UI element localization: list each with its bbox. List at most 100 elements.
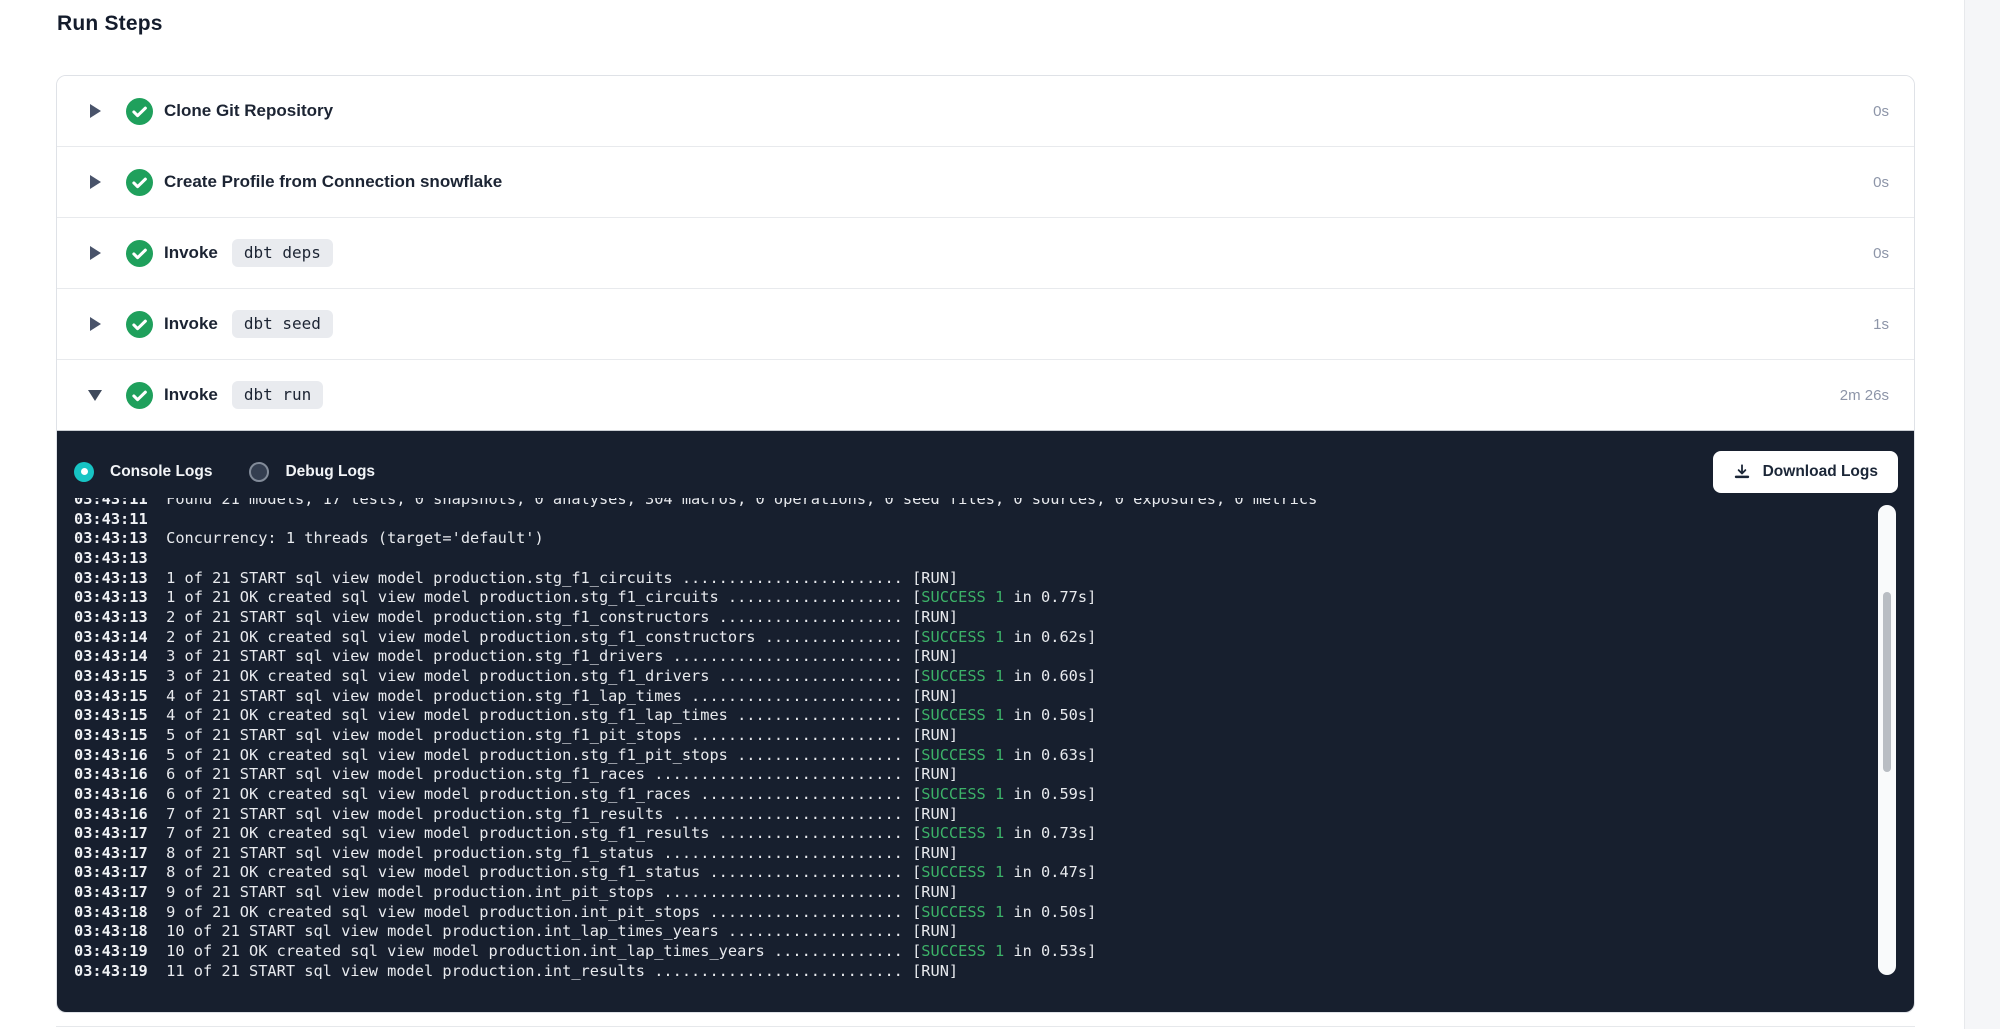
log-message-tail: in 0.77s] [1004, 588, 1096, 606]
log-message: 10 of 21 START sql view model production… [166, 922, 958, 940]
log-success-badge: SUCCESS 1 [921, 903, 1004, 921]
log-timestamp: 03:43:17 [74, 844, 166, 862]
log-line: 03:43:13 1 of 21 OK created sql view mod… [74, 588, 1854, 608]
log-timestamp: 03:43:18 [74, 922, 166, 940]
log-scrollbar-track[interactable] [1878, 505, 1896, 975]
log-message: 10 of 21 OK created sql view model produ… [166, 942, 921, 960]
log-line: 03:43:16 6 of 21 OK created sql view mod… [74, 785, 1854, 805]
log-timestamp: 03:43:19 [74, 942, 166, 960]
log-line: 03:43:14 3 of 21 START sql view model pr… [74, 647, 1854, 667]
radio-label: Console Logs [110, 463, 212, 481]
chevron-down-icon[interactable] [89, 390, 101, 401]
log-timestamp: 03:43:17 [74, 883, 166, 901]
step-label: Invoke [164, 314, 218, 334]
log-message: 2 of 21 START sql view model production.… [166, 608, 958, 626]
log-timestamp: 03:43:16 [74, 765, 166, 783]
log-success-badge: SUCCESS 1 [921, 667, 1004, 685]
step-command-chip: dbt run [232, 381, 323, 409]
step-duration: 2m 26s [1840, 387, 1889, 404]
log-panel-header: Console Logs Debug Logs Download Logs [57, 431, 1914, 498]
log-success-badge: SUCCESS 1 [921, 942, 1004, 960]
log-panel: Console Logs Debug Logs Download Logs 03:… [57, 431, 1914, 1013]
log-message: 8 of 21 OK created sql view model produc… [166, 863, 921, 881]
log-type-radio-console-logs[interactable]: Console Logs [74, 462, 212, 482]
log-message: Found 21 models, 17 tests, 0 snapshots, … [166, 498, 1317, 508]
download-logs-label: Download Logs [1763, 463, 1878, 481]
log-line: 03:43:16 6 of 21 START sql view model pr… [74, 765, 1854, 785]
log-timestamp: 03:43:11 [74, 510, 166, 528]
log-message-tail: in 0.60s] [1004, 667, 1096, 685]
run-step-row[interactable]: Create Profile from Connection snowflake… [57, 147, 1914, 218]
success-check-icon [126, 169, 153, 196]
success-check-icon [126, 311, 153, 338]
log-message: 2 of 21 OK created sql view model produc… [166, 628, 921, 646]
chevron-right-icon[interactable] [89, 246, 101, 260]
console-log-output[interactable]: 03:43:11 Found 21 models, 17 tests, 0 sn… [74, 498, 1854, 1000]
step-duration: 0s [1873, 174, 1889, 191]
log-message: 9 of 21 OK created sql view model produc… [166, 903, 921, 921]
download-icon [1733, 463, 1751, 481]
log-message-tail: in 0.50s] [1004, 903, 1096, 921]
log-message-tail: in 0.53s] [1004, 942, 1096, 960]
step-duration: 1s [1873, 316, 1889, 333]
run-step-row[interactable]: Invokedbt run2m 26s [57, 360, 1914, 431]
log-message: 4 of 21 OK created sql view model produc… [166, 706, 921, 724]
log-timestamp: 03:43:13 [74, 569, 166, 587]
log-timestamp: 03:43:13 [74, 549, 166, 567]
log-scrollbar-thumb[interactable] [1883, 592, 1891, 772]
radio-unselected-icon[interactable] [249, 462, 269, 482]
step-label: Clone Git Repository [164, 101, 333, 121]
chevron-right-icon[interactable] [89, 175, 101, 189]
log-timestamp: 03:43:13 [74, 529, 166, 547]
log-timestamp: 03:43:17 [74, 824, 166, 842]
chevron-right-icon[interactable] [89, 104, 101, 118]
log-timestamp: 03:43:14 [74, 628, 166, 646]
log-line: 03:43:13 Concurrency: 1 threads (target=… [74, 529, 1854, 549]
run-step-row[interactable]: Invoke dbt seed 1s [57, 289, 1914, 360]
log-timestamp: 03:43:16 [74, 785, 166, 803]
log-line: 03:43:13 [74, 549, 1854, 569]
run-steps-list: Clone Git Repository0sCreate Profile fro… [57, 76, 1914, 431]
log-line: 03:43:17 8 of 21 START sql view model pr… [74, 844, 1854, 864]
radio-selected-icon[interactable] [74, 462, 94, 482]
log-timestamp: 03:43:15 [74, 726, 166, 744]
step-command-chip: dbt seed [232, 310, 333, 338]
log-type-radio-debug-logs[interactable]: Debug Logs [249, 462, 375, 482]
log-line: 03:43:15 5 of 21 START sql view model pr… [74, 726, 1854, 746]
step-label: Create Profile from Connection snowflake [164, 172, 502, 192]
log-timestamp: 03:43:13 [74, 608, 166, 626]
log-line: 03:43:16 7 of 21 START sql view model pr… [74, 805, 1854, 825]
run-step-row[interactable]: Invokedbt deps0s [57, 218, 1914, 289]
log-success-badge: SUCCESS 1 [921, 824, 1004, 842]
log-message: 7 of 21 START sql view model production.… [166, 805, 958, 823]
log-line: 03:43:17 8 of 21 OK created sql view mod… [74, 863, 1854, 883]
log-success-badge: SUCCESS 1 [921, 628, 1004, 646]
log-timestamp: 03:43:13 [74, 588, 166, 606]
log-timestamp: 03:43:17 [74, 863, 166, 881]
log-message: 6 of 21 OK created sql view model produc… [166, 785, 921, 803]
chevron-right-icon[interactable] [89, 317, 101, 331]
download-logs-button[interactable]: Download Logs [1713, 451, 1898, 493]
log-message: 1 of 21 OK created sql view model produc… [166, 588, 921, 606]
log-line: 03:43:11 Found 21 models, 17 tests, 0 sn… [74, 498, 1854, 510]
next-card-top-border [56, 1026, 1915, 1027]
log-message: 5 of 21 START sql view model production.… [166, 726, 958, 744]
run-step-row[interactable]: Clone Git Repository0s [57, 76, 1914, 147]
log-message: 8 of 21 START sql view model production.… [166, 844, 958, 862]
log-timestamp: 03:43:15 [74, 667, 166, 685]
log-line: 03:43:13 2 of 21 START sql view model pr… [74, 608, 1854, 628]
log-message: 7 of 21 OK created sql view model produc… [166, 824, 921, 842]
log-timestamp: 03:43:14 [74, 647, 166, 665]
log-success-badge: SUCCESS 1 [921, 785, 1004, 803]
log-message-tail: in 0.59s] [1004, 785, 1096, 803]
log-line: 03:43:19 11 of 21 START sql view model p… [74, 962, 1854, 982]
log-message: 3 of 21 START sql view model production.… [166, 647, 958, 665]
log-message-tail: in 0.73s] [1004, 824, 1096, 842]
log-line: 03:43:13 1 of 21 START sql view model pr… [74, 569, 1854, 589]
page-title: Run Steps [57, 12, 163, 36]
log-line: 03:43:18 10 of 21 START sql view model p… [74, 922, 1854, 942]
log-timestamp: 03:43:15 [74, 706, 166, 724]
success-check-icon [126, 98, 153, 125]
page: Run Steps Clone Git Repository0sCreate P… [0, 0, 2000, 1029]
success-check-icon [126, 382, 153, 409]
